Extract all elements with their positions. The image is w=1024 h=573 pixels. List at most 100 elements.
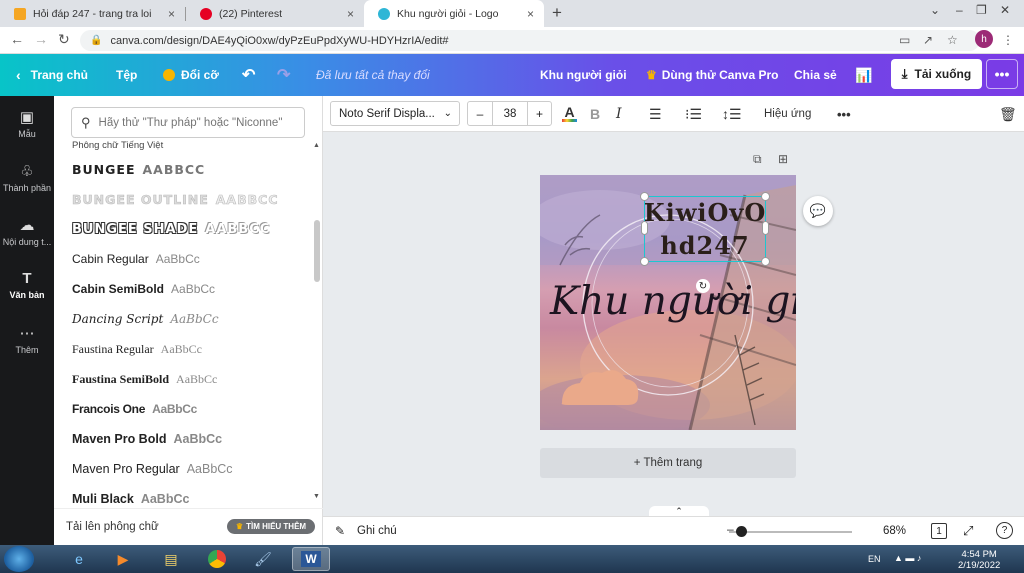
tab-close-icon[interactable]: × (347, 7, 354, 21)
copy-page-icon[interactable]: ⧉ (753, 152, 762, 167)
resize-handle[interactable] (640, 192, 649, 201)
font-item-bungee-outline[interactable]: BUNGEE OUTLINE AABBCC (72, 184, 302, 214)
paint-icon[interactable]: 🖌 (244, 547, 282, 571)
back-arrow-icon[interactable]: ← (10, 31, 24, 47)
start-button-icon[interactable] (4, 546, 34, 572)
resize-handle[interactable] (640, 257, 649, 266)
resize-handle[interactable] (762, 221, 769, 235)
resize-button[interactable]: Đổi cỡ (163, 54, 219, 96)
scroll-up-icon[interactable]: ▲ (313, 142, 320, 149)
rail-item-templates[interactable]: ▣ Mẫu (0, 108, 54, 139)
insights-chart-icon[interactable]: 📊 (855, 54, 872, 96)
language-indicator[interactable]: EN (868, 554, 881, 564)
design-page[interactable]: KiwiOvO hd247 ↻ Khu người giỏi (540, 175, 796, 430)
font-item-cabin-regular[interactable]: Cabin Regular AaBbCc (72, 244, 302, 274)
font-item-bungee-shade[interactable]: BUNGEE SHADE AABBCC (72, 214, 302, 244)
chrome-icon[interactable] (198, 547, 236, 571)
font-search-input[interactable] (98, 116, 299, 129)
resize-handle[interactable] (761, 257, 770, 266)
font-item-bungee[interactable]: BUNGEE AABBCC (72, 154, 302, 184)
rail-item-uploads[interactable]: ☁ Nội dung t... (0, 216, 54, 247)
tab-close-icon[interactable]: × (527, 7, 534, 21)
script-title-text[interactable]: Khu người giỏi (550, 279, 796, 324)
url-field[interactable]: 🔒 canva.com/design/DAE4yQiO0xw/dyPzEuPpd… (80, 30, 980, 51)
resize-handle[interactable] (761, 192, 770, 201)
font-item-faustina-regular[interactable]: Faustina Regular AaBbCc (72, 334, 302, 364)
notes-button[interactable]: Ghi chú (357, 525, 397, 537)
font-family-dropdown[interactable]: Noto Serif Displa... ⌄ (330, 101, 460, 126)
add-page-icon[interactable]: ⊞ (778, 152, 788, 166)
share-button[interactable]: Chia sẻ (794, 54, 837, 96)
expand-pages-icon[interactable]: ⌃ (649, 506, 709, 516)
new-tab-button[interactable]: + (552, 3, 562, 23)
font-list-scrollbar[interactable]: ▲ ▼ (313, 142, 321, 500)
font-item-cabin-semibold[interactable]: Cabin SemiBold AaBbCc (72, 274, 302, 304)
zoom-out-icon[interactable]: – (727, 522, 734, 536)
toolbar-more-button[interactable]: ••• (837, 102, 851, 126)
list-icon[interactable]: ⁝☰ (685, 102, 702, 126)
page-count-button[interactable]: 1 (931, 523, 947, 539)
scroll-thumb[interactable] (314, 220, 320, 282)
fullscreen-icon[interactable]: ⤢ (963, 523, 973, 539)
decrease-size-button[interactable]: – (468, 102, 493, 125)
font-item-faustina-semibold[interactable]: Faustina SemiBold AaBbCc (72, 364, 302, 394)
try-pro-button[interactable]: ♛ Dùng thử Canva Pro (646, 54, 778, 96)
align-center-icon[interactable]: ☰ (649, 102, 662, 126)
zoom-slider[interactable] (729, 531, 852, 533)
tab-close-icon[interactable]: × (168, 7, 175, 21)
rail-item-text[interactable]: T Văn bản (0, 270, 54, 300)
italic-button[interactable]: I (616, 102, 622, 126)
tab-search-icon[interactable]: ⌄ (930, 3, 940, 17)
bold-button[interactable]: B (590, 102, 600, 126)
rail-item-elements[interactable]: ♧ Thành phần (0, 162, 54, 193)
learn-more-badge[interactable]: ♛ TÌM HIỂU THÊM (227, 519, 315, 534)
help-button[interactable]: ? (996, 522, 1013, 539)
design-title[interactable]: Khu người giỏi (540, 54, 627, 96)
zoom-slider-knob[interactable] (736, 526, 747, 537)
spacing-icon[interactable]: ↕☰ (722, 102, 742, 126)
increase-size-button[interactable]: + (528, 102, 551, 125)
forward-arrow-icon[interactable]: → (34, 31, 48, 47)
browser-menu-icon[interactable]: ⋮ (1002, 33, 1014, 47)
delete-trash-icon[interactable]: 🗑 (999, 102, 1017, 126)
font-item-maven-pro-bold[interactable]: Maven Pro Bold AaBbCc (72, 424, 302, 454)
system-clock[interactable]: 4:54 PM 2/19/2022 (958, 549, 1000, 571)
minimize-icon[interactable]: – (956, 3, 963, 17)
font-item-francois-one[interactable]: Francois One AaBbCc (72, 394, 302, 424)
scroll-down-icon[interactable]: ▼ (313, 493, 320, 500)
redo-icon[interactable]: ↷ (277, 54, 290, 96)
share-page-icon[interactable]: ↗ (923, 33, 933, 47)
add-page-button[interactable]: + Thêm trang (540, 448, 796, 478)
tray-icons[interactable]: ▲ ▬ ♪ (894, 553, 921, 563)
text-color-button[interactable]: A (562, 102, 577, 126)
effects-button[interactable]: Hiệu ứng (764, 102, 811, 126)
rail-item-more[interactable]: ⋯ Thêm (0, 324, 54, 355)
ie-icon[interactable]: e (60, 547, 98, 571)
browser-tab-canva[interactable]: Khu người giỏi - Logo × (364, 0, 544, 27)
add-comment-icon[interactable]: 💬 (803, 196, 833, 226)
reload-icon[interactable]: ↻ (58, 31, 70, 48)
upload-font-link[interactable]: Tải lên phông chữ (66, 521, 159, 533)
download-button[interactable]: ⤓ Tải xuống (891, 59, 982, 89)
font-size-input[interactable]: 38 (493, 102, 528, 125)
resize-handle[interactable] (641, 221, 648, 235)
home-button[interactable]: ‹ Trang chủ (16, 54, 88, 96)
close-window-icon[interactable]: ✕ (1000, 3, 1010, 17)
word-icon[interactable]: W (292, 547, 330, 571)
file-menu-button[interactable]: Tệp (116, 54, 137, 96)
file-explorer-icon[interactable]: ▤ (152, 547, 190, 571)
browser-tab-pinterest[interactable]: (22) Pinterest × (186, 0, 364, 27)
more-options-button[interactable]: ••• (986, 59, 1018, 89)
zoom-level[interactable]: 68% (883, 525, 906, 537)
font-item-muli-black[interactable]: Muli Black AaBbCc (72, 484, 302, 507)
browser-tab-hoidap[interactable]: Hỏi đáp 247 - trang tra loi × (0, 0, 185, 27)
notes-icon[interactable]: ✎ (335, 524, 345, 538)
media-player-icon[interactable]: ▶ (104, 547, 142, 571)
save-page-icon[interactable]: ▭ (899, 33, 910, 47)
font-search-box[interactable]: ⚲ (71, 107, 305, 138)
restore-icon[interactable]: ❐ (976, 3, 987, 17)
undo-icon[interactable]: ↶ (242, 54, 255, 96)
font-item-dancing-script[interactable]: Dancing Script AaBbCc (72, 304, 302, 334)
profile-avatar[interactable]: h (975, 30, 993, 48)
font-item-maven-pro-regular[interactable]: Maven Pro Regular AaBbCc (72, 454, 302, 484)
